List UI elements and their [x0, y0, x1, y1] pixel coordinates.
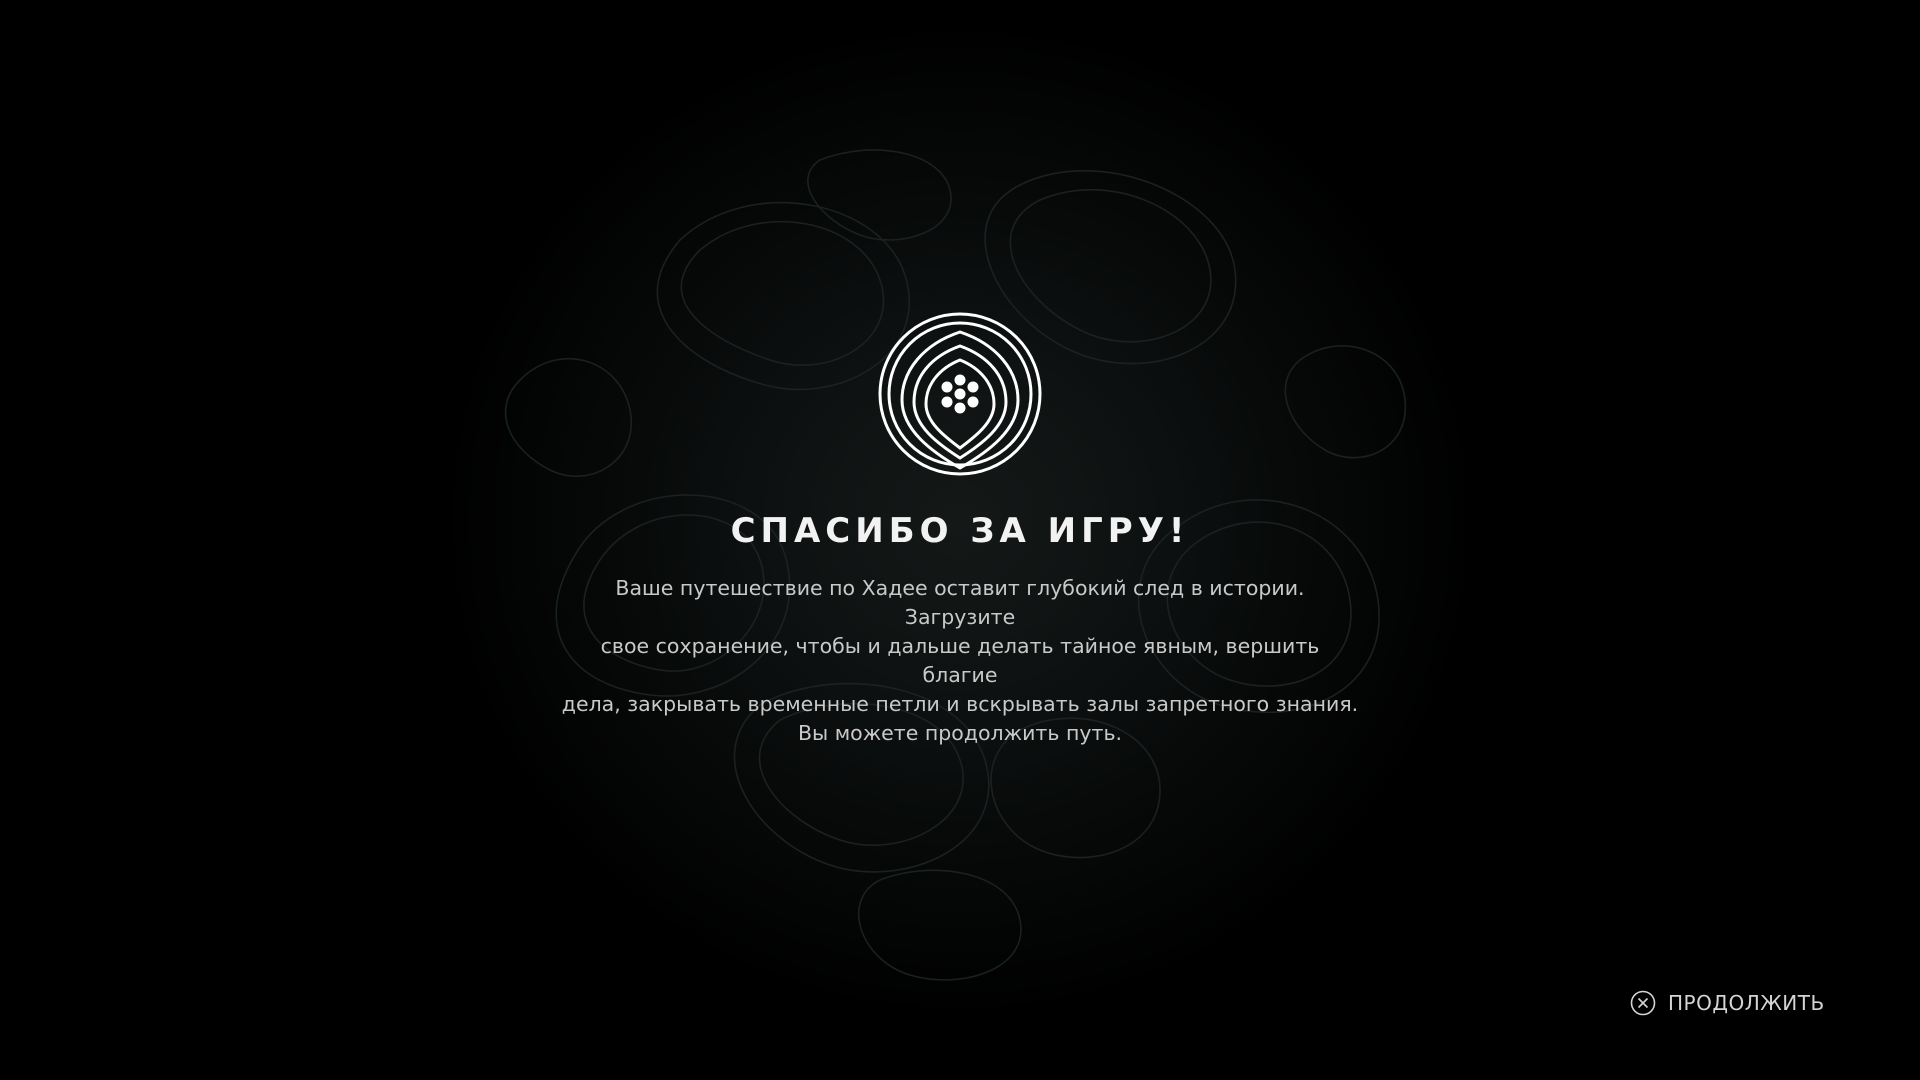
continue-label: ПРОДОЛЖИТЬ — [1668, 991, 1825, 1015]
thanks-title: СПАСИБО ЗА ИГРУ! — [730, 511, 1190, 551]
continue-button[interactable]: ПРОДОЛЖИТЬ — [1630, 988, 1825, 1018]
cross-button-icon — [1630, 990, 1656, 1016]
end-message: Ваше путешествие по Хадее оставит глубок… — [561, 576, 1359, 745]
end-screen: СПАСИБО ЗА ИГРУ! Ваше путешествие по Хад… — [0, 0, 1920, 1080]
concentric-rings-emblem-icon — [878, 312, 1042, 476]
